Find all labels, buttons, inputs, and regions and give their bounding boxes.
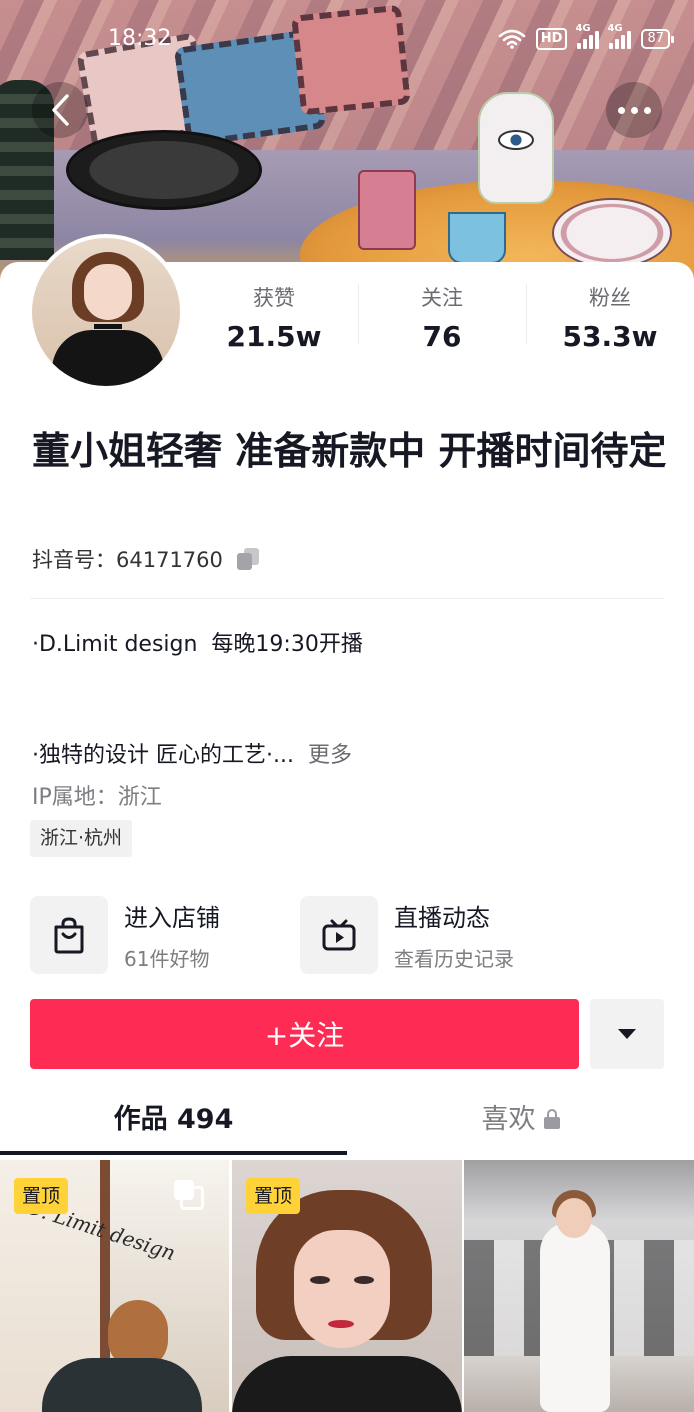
copy-icon[interactable] <box>236 548 259 570</box>
recommend-dropdown-button[interactable] <box>590 999 664 1069</box>
banner-tray <box>66 130 262 210</box>
avatar[interactable] <box>28 234 184 390</box>
tab-works[interactable]: 作品 494 <box>0 1092 347 1156</box>
banner-plate <box>552 198 672 268</box>
tab-active-indicator <box>0 1151 347 1155</box>
bio-more-link[interactable]: 更多 <box>308 743 352 768</box>
shop-entry[interactable]: 进入店铺 61件好物 <box>30 896 220 974</box>
chevron-left-icon <box>52 94 69 126</box>
more-dots-icon <box>617 106 651 114</box>
video-thumbnail[interactable] <box>464 1160 694 1412</box>
video-thumbnail[interactable]: 置顶 <box>232 1160 462 1412</box>
battery-icon: 87 <box>641 29 674 49</box>
shopping-bag-icon <box>54 917 84 954</box>
back-button[interactable] <box>32 82 88 138</box>
battery-level: 87 <box>647 31 664 46</box>
location-tag: 浙江·杭州 <box>30 820 133 857</box>
more-options-button[interactable] <box>606 82 662 138</box>
douyin-id: 抖音号：64171760 <box>32 544 259 574</box>
bio-line: ·独特的设计 匠心的工艺·... 更多 <box>32 737 352 769</box>
pinned-badge: 置顶 <box>14 1178 69 1214</box>
status-time: 18:32 <box>108 26 172 51</box>
ip-location: IP属地：浙江 <box>32 785 162 810</box>
hd-voice-icon: HD <box>535 28 568 50</box>
follow-button[interactable]: +关注 <box>30 999 579 1069</box>
bio-text: ·独特的设计 匠心的工艺·... <box>32 743 294 768</box>
signal-4g-icon: 4G <box>607 23 632 49</box>
tab-likes[interactable]: 喜欢 <box>347 1092 694 1156</box>
live-entry-subtitle: 查看历史记录 <box>394 947 514 971</box>
triangle-down-icon <box>618 1029 636 1039</box>
bio-line: ·D.Limit design 每晚19:30开播 <box>32 632 363 657</box>
stat-following[interactable]: 关注 76 <box>358 282 526 353</box>
stat-followers[interactable]: 粉丝 53.3w <box>526 282 694 353</box>
content-tabs: 作品 494 喜欢 <box>0 1092 694 1156</box>
lock-icon <box>543 1109 560 1129</box>
profile-nickname: 董小姐轻奢 准备新款中 开播时间待定 <box>32 429 667 473</box>
status-bar: 18:32 HD 4G 4G 87 <box>0 22 694 58</box>
shop-entry-subtitle: 61件好物 <box>124 947 210 971</box>
douyin-id-text: 抖音号：64171760 <box>32 548 223 572</box>
banner-candle <box>358 170 416 250</box>
live-entry[interactable]: 直播动态 查看历史记录 <box>300 896 514 974</box>
multi-image-icon <box>174 1180 204 1210</box>
banner-cup <box>448 212 506 264</box>
divider <box>30 598 664 599</box>
video-thumbnail[interactable]: D. Limit design 置顶 <box>0 1160 229 1412</box>
signal-4g-icon: 4G <box>575 23 600 49</box>
wifi-icon <box>498 29 526 49</box>
video-grid: D. Limit design 置顶 置顶 <box>0 1160 694 1412</box>
live-entry-title: 直播动态 <box>394 904 490 932</box>
stat-likes[interactable]: 获赞 21.5w <box>190 282 358 353</box>
pinned-badge: 置顶 <box>246 1178 301 1214</box>
tv-play-icon <box>322 919 356 951</box>
profile-stats: 获赞 21.5w 关注 76 粉丝 53.3w <box>190 282 694 353</box>
shop-entry-title: 进入店铺 <box>124 904 220 932</box>
